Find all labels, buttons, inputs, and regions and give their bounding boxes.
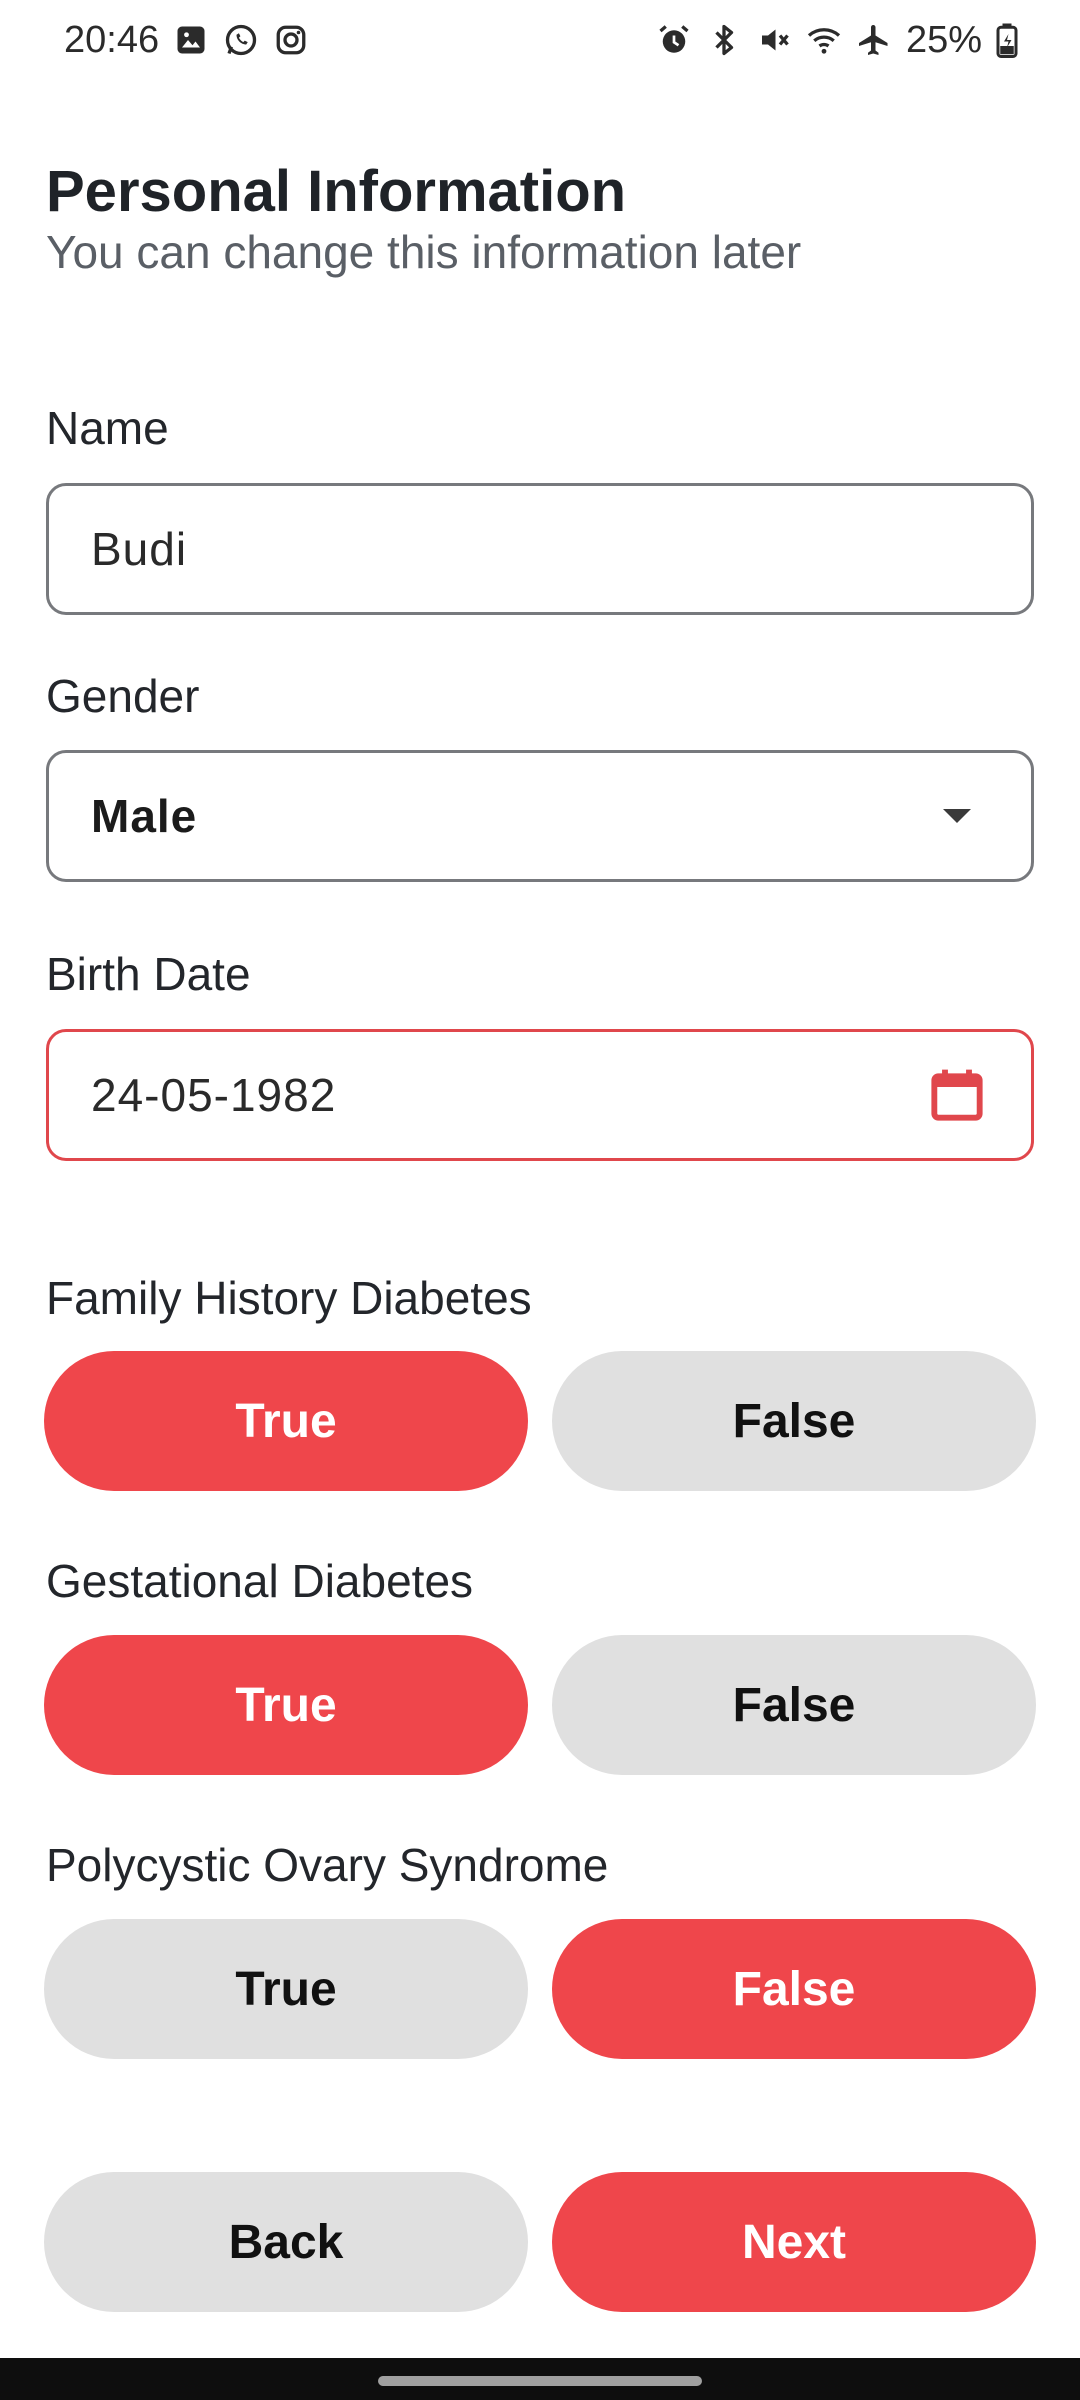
- gestational-false-button[interactable]: False: [552, 1635, 1036, 1775]
- gallery-icon: [173, 22, 209, 58]
- gender-value: Male: [91, 790, 198, 842]
- family-history-true-button[interactable]: True: [44, 1351, 528, 1491]
- name-label: Name: [46, 402, 169, 454]
- instagram-icon: [273, 22, 309, 58]
- battery-icon: [996, 22, 1018, 58]
- birth-date-input[interactable]: 24-05-1982: [46, 1029, 1034, 1161]
- next-button[interactable]: Next: [552, 2172, 1036, 2312]
- status-right: 25%: [656, 19, 1018, 62]
- calendar-icon[interactable]: [925, 1063, 989, 1127]
- gestational-true-button[interactable]: True: [44, 1635, 528, 1775]
- birth-date-value: 24-05-1982: [91, 1069, 337, 1121]
- family-history-label: Family History Diabetes: [46, 1272, 532, 1324]
- battery-percent: 25%: [905, 18, 982, 61]
- back-button[interactable]: Back: [44, 2172, 528, 2312]
- gender-dropdown[interactable]: Male: [46, 750, 1034, 882]
- gender-label: Gender: [46, 670, 200, 722]
- mute-icon: [756, 22, 792, 58]
- status-bar: 20:46 25%: [0, 0, 1080, 80]
- status-time: 20:46: [64, 18, 160, 61]
- airplane-icon: [856, 22, 892, 58]
- pcos-false-button[interactable]: False: [552, 1919, 1036, 2059]
- name-input[interactable]: Budi: [46, 483, 1034, 615]
- page-subtitle: You can change this information later: [46, 226, 802, 278]
- wifi-icon: [806, 22, 842, 58]
- name-value: Budi: [91, 523, 188, 575]
- page-title: Personal Information: [46, 159, 627, 224]
- pcos-true-button[interactable]: True: [44, 1919, 528, 2059]
- family-history-false-button[interactable]: False: [552, 1351, 1036, 1491]
- status-left: 20:46: [64, 19, 309, 62]
- alarm-icon: [656, 22, 692, 58]
- navigation-bar: [0, 2358, 1080, 2400]
- pcos-label: Polycystic Ovary Syndrome: [46, 1839, 609, 1891]
- bluetooth-icon: [706, 22, 742, 58]
- chevron-down-icon: [943, 809, 971, 823]
- whatsapp-icon: [223, 22, 259, 58]
- gestational-label: Gestational Diabetes: [46, 1555, 474, 1607]
- birth-date-label: Birth Date: [46, 948, 251, 1000]
- home-gesture-handle[interactable]: [378, 2376, 702, 2386]
